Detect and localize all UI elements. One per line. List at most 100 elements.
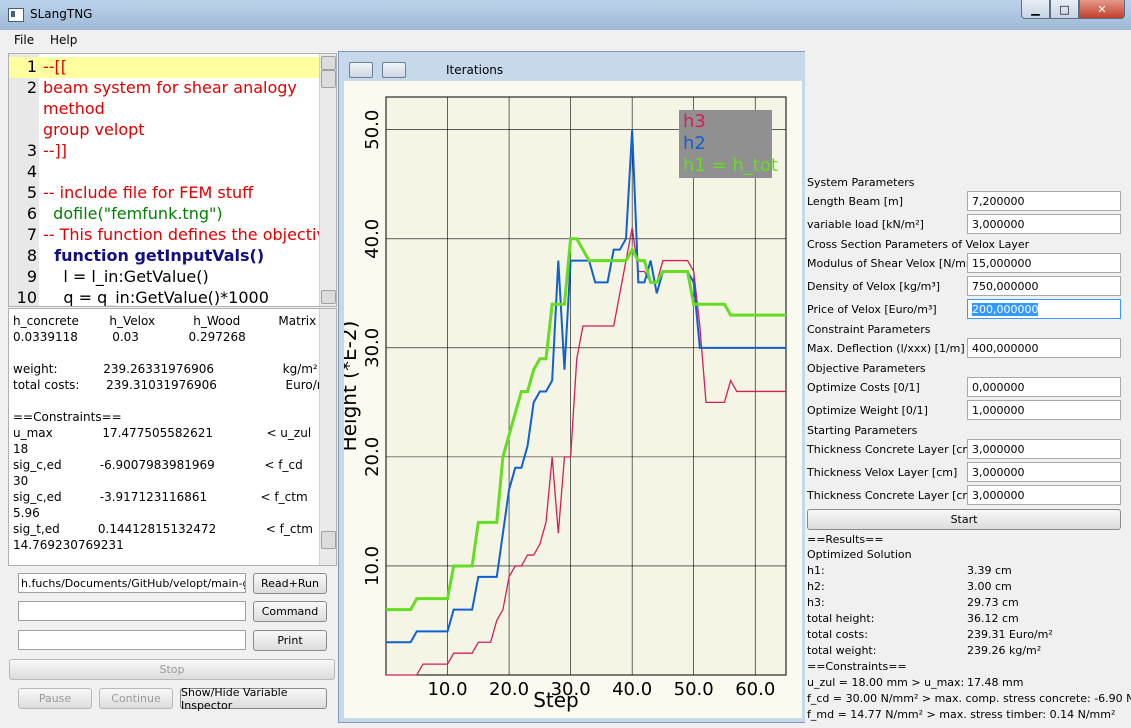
minimize-window-button[interactable] <box>382 62 406 78</box>
minimize-button[interactable]: ▁ <box>1021 0 1050 19</box>
constraint-fcd: f_cd = 30.00 N/mm² > max. comp. stress c… <box>807 692 1131 705</box>
output-line: sig_c,ed -6.9007983981969 < f_cd <box>13 458 303 472</box>
code-line: group velopt <box>43 120 145 139</box>
shear-modulus-label: Modulus of Shear Velox [N/mm²] <box>807 257 986 270</box>
close-button[interactable]: ✕ <box>1079 0 1125 19</box>
file-path-input[interactable]: h.fuchs/Documents/GitHub/velopt/main-gui… <box>18 573 246 593</box>
x-tick-label: 20.0 <box>489 679 529 700</box>
result-label: h1: <box>807 564 825 577</box>
thickness-concrete2-label: Thickness Concrete Layer [cm] <box>807 489 978 502</box>
continue-button[interactable]: Continue <box>99 688 173 709</box>
optimize-costs-field[interactable]: 0,000000 <box>967 377 1121 397</box>
y-tick-label: 50.0 <box>362 110 383 150</box>
editor-scroll-thumb[interactable] <box>321 70 336 88</box>
menu-file[interactable]: File <box>14 33 34 47</box>
y-tick-label: 20.0 <box>362 437 383 477</box>
code-line: -- This function defines the objective <box>43 225 336 244</box>
constraint-u-value: 17.48 mm <box>967 676 1024 689</box>
output-line: 0.0339118 0.03 0.297268 <box>13 330 246 344</box>
objective-params-heading: Objective Parameters <box>807 362 926 375</box>
plot-frame <box>385 96 787 676</box>
output-line: ==Constraints== <box>13 410 122 424</box>
restore-window-button[interactable] <box>349 62 373 78</box>
show-hide-variable-inspector-button[interactable]: Show/Hide Variable Inspector <box>180 686 327 712</box>
output-line: 14.769230769231 <box>13 538 124 552</box>
line-number: 10 <box>16 288 37 307</box>
result-label: h3: <box>807 596 825 609</box>
main-window: SLangTNG ▁ □ ✕ File Help 1234567891011--… <box>0 0 1131 728</box>
result-value: 239.31 Euro/m² <box>967 628 1053 641</box>
menu-help[interactable]: Help <box>50 33 77 47</box>
line-number: 9 <box>26 267 37 286</box>
pause-button[interactable]: Pause <box>18 688 92 709</box>
line-number: 6 <box>26 204 37 223</box>
output-scrollbar[interactable] <box>319 309 336 565</box>
read-run-button[interactable]: Read+Run <box>253 573 327 594</box>
result-value: 29.73 cm <box>967 596 1019 609</box>
iterations-window-title: Iterations <box>446 63 504 77</box>
iterations-plot: 10.0 20.0 30.0 40.0 50.0 60.0 10.0 20.0 30.0 40.0… <box>337 81 802 718</box>
result-value: 3.39 cm <box>967 564 1012 577</box>
output-line: 18 <box>13 442 29 456</box>
legend-entry: h3 <box>683 111 706 132</box>
constraint-fmd: f_md = 14.77 N/mm² > max. stress timber:… <box>807 708 1116 721</box>
line-number: 3 <box>26 141 37 160</box>
maximize-icon: □ <box>1059 2 1070 16</box>
title-bar: SLangTNG ▁ □ ✕ <box>0 0 1131 30</box>
command-input[interactable] <box>18 601 246 621</box>
thickness-velox-label: Thickness Velox Layer [cm] <box>807 466 958 479</box>
code-line: -- include file for FEM stuff <box>43 183 254 202</box>
x-tick-label: 50.0 <box>674 679 714 700</box>
start-button[interactable]: Start <box>807 509 1121 530</box>
maximize-button[interactable]: □ <box>1050 0 1079 19</box>
code-line: l = l_in:GetValue() <box>43 267 209 286</box>
result-value: 36.12 cm <box>967 612 1019 625</box>
variable-load-field[interactable]: 3,000000 <box>967 214 1121 234</box>
optimize-weight-label: Optimize Weight [0/1] <box>807 404 928 417</box>
system-params-heading: System Parameters <box>807 176 915 189</box>
output-line: u_max 17.477505582621 < u_zul <box>13 426 312 440</box>
output-line: total costs: 239.31031976906 Euro/m² <box>13 378 334 392</box>
print-input[interactable] <box>18 630 246 650</box>
x-axis-label: Step <box>533 688 579 712</box>
result-label: total costs: <box>807 628 868 641</box>
code-line: method <box>43 99 105 118</box>
line-number: 2 <box>26 78 37 97</box>
thickness-velox-field[interactable]: 3,000000 <box>967 462 1121 482</box>
line-number: 5 <box>26 183 37 202</box>
editor-scrollbar[interactable] <box>319 54 336 306</box>
result-label: total weight: <box>807 644 877 657</box>
result-value: 239.26 kg/m² <box>967 644 1042 657</box>
deflection-label: Max. Deflection (l/xxx) [1/m] <box>807 342 965 355</box>
shear-modulus-field[interactable]: 15,000000 <box>967 253 1121 273</box>
output-line: weight: 239.26331976906 kg/m² <box>13 362 318 376</box>
result-label: h2: <box>807 580 825 593</box>
thickness-concrete2-field[interactable]: 3,000000 <box>967 485 1121 505</box>
command-button[interactable]: Command <box>253 601 327 622</box>
output-line: 5.96 <box>13 506 40 520</box>
iterations-chart: 10.0 20.0 30.0 40.0 50.0 60.010.020.030.040.0… <box>337 96 787 712</box>
scroll-down-arrow[interactable] <box>321 290 336 304</box>
output-console[interactable]: h_concrete h_Velox h_Wood Matrix 1x3 0.03… <box>8 308 337 566</box>
line-number: 8 <box>26 246 37 265</box>
line-number: 7 <box>26 225 37 244</box>
line-number: 4 <box>26 162 37 181</box>
deflection-field[interactable]: 400,000000 <box>967 338 1121 358</box>
code-line: function getInputVals() <box>43 246 265 265</box>
print-button[interactable]: Print <box>253 630 327 651</box>
optimize-weight-field[interactable]: 1,000000 <box>967 400 1121 420</box>
price-field[interactable]: 200,000000 <box>967 299 1121 319</box>
scroll-up-arrow[interactable] <box>321 56 336 70</box>
thickness-concrete-field[interactable]: 3,000000 <box>967 439 1121 459</box>
constraint-params-heading: Constraint Parameters <box>807 323 931 336</box>
output-scroll-thumb[interactable] <box>321 531 336 549</box>
output-line: sig_t,ed 0.14412815132472 < f_ctm <box>13 522 313 536</box>
cross-section-heading: Cross Section Parameters of Velox Layer <box>807 238 1030 251</box>
density-field[interactable]: 750,000000 <box>967 276 1121 296</box>
length-beam-field[interactable]: 7,200000 <box>967 191 1121 211</box>
x-tick-label: 60.0 <box>735 679 775 700</box>
code-editor[interactable]: 1234567891011--[[beam system for shear a… <box>8 53 337 307</box>
stop-button[interactable]: Stop <box>9 659 335 680</box>
menu-bar: File Help <box>0 30 1131 50</box>
code-line: dofile("femfunk.tng") <box>43 204 223 223</box>
